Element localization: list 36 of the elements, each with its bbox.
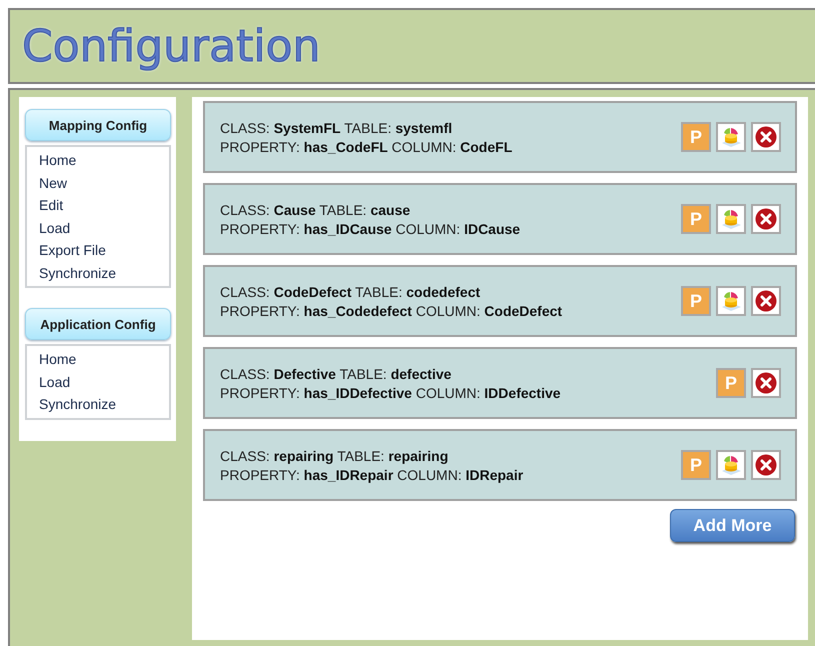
chart-button[interactable] (716, 450, 746, 480)
chart-button[interactable] (716, 122, 746, 152)
menu-link[interactable]: Home (39, 149, 76, 172)
section-header: Application Config (25, 308, 171, 340)
delete-button[interactable] (751, 368, 781, 398)
delete-button[interactable] (751, 204, 781, 234)
property-line: PROPERTY: has_IDDefective COLUMN: IDDefective (220, 384, 561, 400)
menu-link[interactable]: Export File (39, 239, 106, 262)
delete-button[interactable] (751, 286, 781, 316)
menu-link[interactable]: Edit (39, 194, 64, 216)
property-line: PROPERTY: has_Codedefect COLUMN: CodeDefect (220, 302, 562, 318)
property-line: PROPERTY: has_CodeFL COLUMN: CodeFL (220, 138, 512, 154)
close-icon (754, 125, 778, 149)
property-line: PROPERTY: has_IDRepair COLUMN: IDRepair (220, 466, 524, 482)
menu-link[interactable]: Synchronize (39, 262, 116, 284)
delete-button[interactable] (751, 122, 781, 152)
chart-button[interactable] (716, 286, 746, 316)
class-line: CLASS: SystemFL TABLE: systemfl (220, 120, 454, 136)
menu-link[interactable]: New (39, 172, 68, 194)
menu-link[interactable]: Synchronize (39, 393, 116, 416)
menu-link[interactable]: Load (39, 370, 70, 393)
class-line: CLASS: CodeDefect TABLE: codedefect (220, 284, 482, 300)
class-line: CLASS: Defective TABLE: defective (220, 366, 452, 382)
section-header: Mapping Config (25, 109, 171, 141)
property-line: PROPERTY: has_IDCause COLUMN: IDCause (220, 220, 520, 236)
menu-link[interactable]: Home (39, 348, 76, 370)
page-title: Configuration (22, 20, 320, 72)
class-line: CLASS: Cause TABLE: cause (220, 202, 412, 218)
close-icon (754, 289, 778, 313)
delete-button[interactable] (751, 450, 781, 480)
chart-button[interactable] (716, 204, 746, 234)
close-icon (754, 453, 778, 477)
menu-link[interactable]: Load (39, 216, 70, 239)
close-icon (754, 371, 778, 395)
class-line: CLASS: repairing TABLE: repairing (220, 448, 450, 464)
close-icon (754, 207, 778, 231)
